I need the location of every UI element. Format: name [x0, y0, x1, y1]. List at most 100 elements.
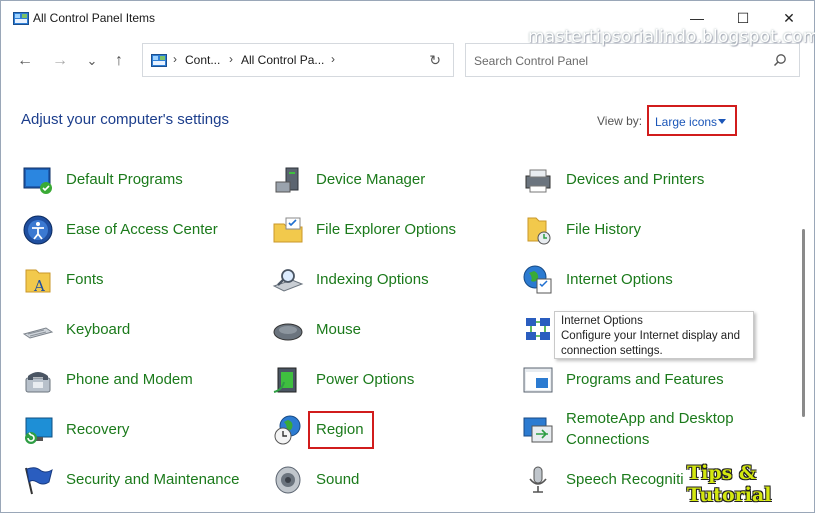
breadcrumb-separator: › — [229, 52, 233, 66]
network-icon — [526, 318, 550, 340]
up-arrow-icon: ↑ — [115, 52, 123, 69]
keyboard-icon — [22, 327, 54, 339]
control-panel-window: All Control Panel Items — ☐ ✕ ← → ⌄ ↑ › … — [0, 0, 815, 513]
up-button[interactable]: ↑ — [108, 51, 130, 71]
view-by-dropdown[interactable]: Large icons — [647, 105, 737, 136]
address-bar[interactable]: › Cont... › All Control Pa... › ↻ — [142, 43, 454, 77]
breadcrumb-separator: › — [173, 52, 177, 66]
folder-options-icon — [273, 217, 303, 243]
region-highlight-box — [308, 411, 374, 449]
item-label: Security and Maintenance — [66, 471, 240, 488]
view-by-label: View by: — [597, 114, 643, 128]
power-icon — [273, 367, 297, 393]
speaker-icon — [275, 466, 301, 494]
fonts-icon: A — [25, 269, 51, 295]
file-history-icon — [527, 217, 551, 245]
scrollbar-thumb[interactable] — [802, 229, 805, 417]
globe-clock-icon — [274, 415, 301, 445]
item-label: Keyboard — [66, 321, 131, 338]
item-label: Default Programs — [66, 171, 183, 188]
dropdown-arrow-icon — [718, 119, 726, 124]
printer-icon — [525, 169, 551, 193]
item-file-explorer-options[interactable]: File Explorer Options — [272, 212, 492, 248]
ease-of-access-icon — [23, 215, 53, 245]
item-file-history[interactable]: File History — [522, 212, 762, 248]
control-panel-icon — [151, 54, 167, 67]
breadcrumb-control-panel[interactable]: Cont... — [185, 53, 220, 67]
item-device-manager[interactable]: Device Manager — [272, 162, 492, 198]
item-label: Internet Options — [566, 271, 673, 288]
window-title: All Control Panel Items — [33, 11, 156, 25]
item-fonts[interactable]: A Fonts — [22, 262, 242, 298]
maximize-icon: ☐ — [736, 9, 750, 26]
view-by-value: Large icons — [655, 115, 718, 129]
item-label: Mouse — [316, 321, 362, 338]
forward-button[interactable]: → — [49, 51, 71, 71]
item-power-options[interactable]: Power Options — [272, 362, 492, 398]
internet-options-tooltip: Internet Options Configure your Internet… — [554, 311, 754, 359]
item-sound[interactable]: Sound — [272, 462, 492, 498]
device-manager-icon — [275, 167, 299, 193]
item-label: Sound — [316, 471, 360, 488]
item-label: Device Manager — [316, 171, 426, 188]
control-panel-icon — [13, 12, 29, 25]
item-mouse[interactable]: Mouse — [272, 312, 492, 348]
tooltip-title: Internet Options — [561, 315, 643, 327]
search-icon — [773, 54, 786, 67]
item-label: RemoteApp and Desktop — [566, 410, 734, 427]
item-ease-of-access[interactable]: Ease of Access Center — [22, 212, 242, 248]
flag-icon — [25, 467, 53, 495]
item-indexing-options[interactable]: Indexing Options — [272, 262, 492, 298]
item-recovery[interactable]: Recovery — [22, 412, 242, 448]
svg-text:A: A — [33, 277, 45, 295]
tips-tutorial-watermark: Tips & Tutorial — [687, 462, 772, 506]
item-region[interactable]: Region — [272, 412, 492, 448]
item-internet-options[interactable]: Internet Options — [522, 262, 762, 298]
indexing-icon — [272, 269, 304, 292]
mouse-icon — [273, 323, 303, 341]
close-icon: ✕ — [783, 9, 795, 26]
recent-locations-button[interactable]: ⌄ — [81, 51, 103, 71]
page-title: Adjust your computer's settings — [21, 111, 229, 128]
item-programs-features[interactable]: Programs and Features — [522, 362, 762, 398]
tooltip-line2: connection settings. — [561, 345, 663, 357]
vertical-scrollbar[interactable] — [797, 149, 811, 509]
minimize-icon: — — [690, 10, 704, 26]
item-label: Speech Recogniti — [566, 471, 684, 488]
remote-app-icon — [523, 417, 553, 443]
tooltip-line1: Configure your Internet display and — [561, 330, 740, 342]
watermark-text: mastertipsorialindo.blogspot.com — [528, 27, 815, 47]
internet-options-icon — [523, 265, 552, 294]
back-button[interactable]: ← — [14, 51, 36, 71]
phone-modem-icon — [25, 372, 51, 393]
breadcrumb-all-items[interactable]: All Control Pa... — [241, 53, 324, 67]
forward-arrow-icon: → — [52, 52, 68, 69]
item-label: Recovery — [66, 421, 130, 438]
search-placeholder: Search Control Panel — [474, 54, 589, 68]
item-label: Programs and Features — [566, 371, 724, 388]
item-devices-printers[interactable]: Devices and Printers — [522, 162, 762, 198]
programs-icon — [523, 367, 553, 393]
item-remoteapp[interactable]: RemoteApp and Desktop Connections — [522, 402, 762, 454]
chevron-down-icon: ⌄ — [86, 53, 98, 68]
recovery-icon — [25, 417, 53, 444]
item-label: File Explorer Options — [316, 221, 457, 238]
item-label: File History — [566, 221, 642, 238]
item-label: Power Options — [316, 371, 415, 388]
item-label: Devices and Printers — [566, 171, 705, 188]
back-arrow-icon: ← — [17, 52, 33, 69]
refresh-icon[interactable]: ↻ — [429, 52, 441, 69]
default-programs-icon — [23, 167, 52, 194]
item-keyboard[interactable]: Keyboard — [22, 312, 242, 348]
item-label: Phone and Modem — [66, 371, 193, 388]
item-security-maintenance[interactable]: Security and Maintenance — [22, 462, 262, 498]
item-phone-modem[interactable]: Phone and Modem — [22, 362, 242, 398]
item-label: Ease of Access Center — [66, 221, 218, 238]
item-label: Fonts — [66, 271, 104, 288]
breadcrumb-separator: › — [331, 52, 335, 66]
item-label: Indexing Options — [316, 271, 429, 288]
item-default-programs[interactable]: Default Programs — [22, 162, 242, 198]
search-box[interactable]: Search Control Panel — [465, 43, 800, 77]
item-label-line2: Connections — [566, 431, 650, 448]
microphone-icon — [529, 466, 547, 493]
